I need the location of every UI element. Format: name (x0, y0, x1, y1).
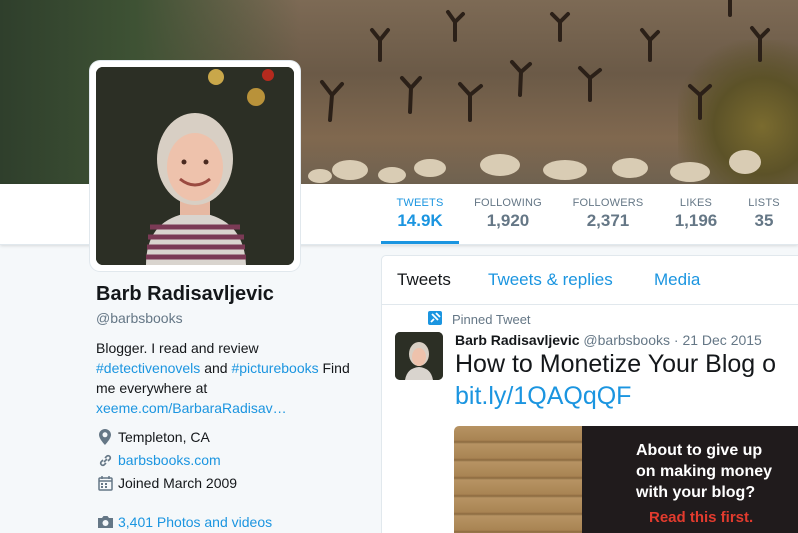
media-cta-text: Read this first. (649, 509, 754, 526)
profile-location: Templeton, CA (96, 428, 210, 446)
profile-website: barbsbooks.com (96, 451, 221, 469)
tweet-date[interactable]: · 21 Dec 2015 (674, 332, 762, 348)
profile-avatar[interactable] (90, 61, 300, 271)
profile-bio: Blogger. I read and review #detectivenov… (96, 338, 366, 418)
stat-lists[interactable]: LISTS 35 (742, 184, 786, 244)
profile-avatar-image (96, 67, 294, 265)
tab-media[interactable]: Media (654, 270, 700, 290)
tab-tweets-replies[interactable]: Tweets & replies (488, 270, 613, 290)
stat-likes-value: 1,196 (674, 211, 718, 230)
stat-followers[interactable]: FOLLOWERS 2,371 (568, 184, 648, 244)
bio-link-xeeme[interactable]: xeeme.com/BarbaraRadisav… (96, 400, 287, 416)
stat-tweets-label: TWEETS (396, 197, 444, 209)
tweet-author-name[interactable]: Barb Radisavljevic (455, 332, 580, 348)
tweet-author-handle[interactable]: @barbsbooks (583, 332, 670, 348)
joined-text: Joined March 2009 (118, 475, 238, 491)
timeline-tabs: Tweets Tweets & replies Media (382, 256, 798, 305)
profile-handle[interactable]: @barbsbooks (96, 310, 183, 326)
stat-tweets-value: 14.9K (397, 211, 443, 230)
timeline-panel: Tweets Tweets & replies Media Pinned Twe… (381, 255, 798, 533)
tweet-avatar[interactable] (395, 332, 443, 380)
tweet-link[interactable]: bit.ly/1QAQqQF (455, 382, 631, 411)
profile-name[interactable]: Barb Radisavljevic (96, 283, 274, 306)
profile-photos[interactable]: 3,401 Photos and videos (96, 513, 272, 531)
link-icon (96, 451, 114, 469)
media-teaser-line-2: on making money (636, 463, 773, 480)
bio-hashtag-detectivenovels[interactable]: #detectivenovels (96, 360, 200, 376)
stat-followers-value: 2,371 (586, 211, 630, 230)
media-teaser-text: About to give up on making money with yo… (636, 440, 772, 503)
location-text: Templeton, CA (118, 429, 210, 445)
calendar-icon (96, 474, 114, 492)
camera-icon (96, 513, 114, 531)
stat-following-label: FOLLOWING (474, 197, 542, 209)
tweet-media-image[interactable]: About to give up on making money with yo… (454, 426, 798, 533)
tab-tweets[interactable]: Tweets (397, 270, 451, 290)
photos-link[interactable]: 3,401 Photos and videos (118, 514, 272, 530)
stat-following-value: 1,920 (486, 211, 530, 230)
profile-joined: Joined March 2009 (96, 474, 237, 492)
website-link[interactable]: barbsbooks.com (118, 452, 221, 468)
media-wood-background (454, 426, 594, 533)
stat-followers-label: FOLLOWERS (572, 197, 644, 209)
stat-following[interactable]: FOLLOWING 1,920 (470, 184, 546, 244)
stat-likes[interactable]: LIKES 1,196 (666, 184, 726, 244)
media-teaser-line-3: with your blog? (636, 484, 756, 501)
stat-likes-label: LIKES (679, 197, 713, 209)
tweet-text: How to Monetize Your Blog o (455, 350, 777, 378)
media-teaser-line-1: About to give up (636, 442, 763, 459)
stat-tweets[interactable]: TWEETS 14.9K (381, 184, 459, 244)
pinned-tweet-label: Pinned Tweet (452, 312, 531, 327)
pin-icon (428, 311, 442, 325)
stat-lists-value: 35 (754, 211, 774, 230)
bio-hashtag-picturebooks[interactable]: #picturebooks (231, 360, 318, 376)
tweet-header: Barb Radisavljevic @barbsbooks · 21 Dec … (455, 332, 762, 348)
bio-text: Blogger. I read and review (96, 340, 259, 356)
stat-lists-label: LISTS (748, 197, 780, 209)
bio-and-text: and (204, 360, 228, 376)
map-pin-icon (96, 428, 114, 446)
